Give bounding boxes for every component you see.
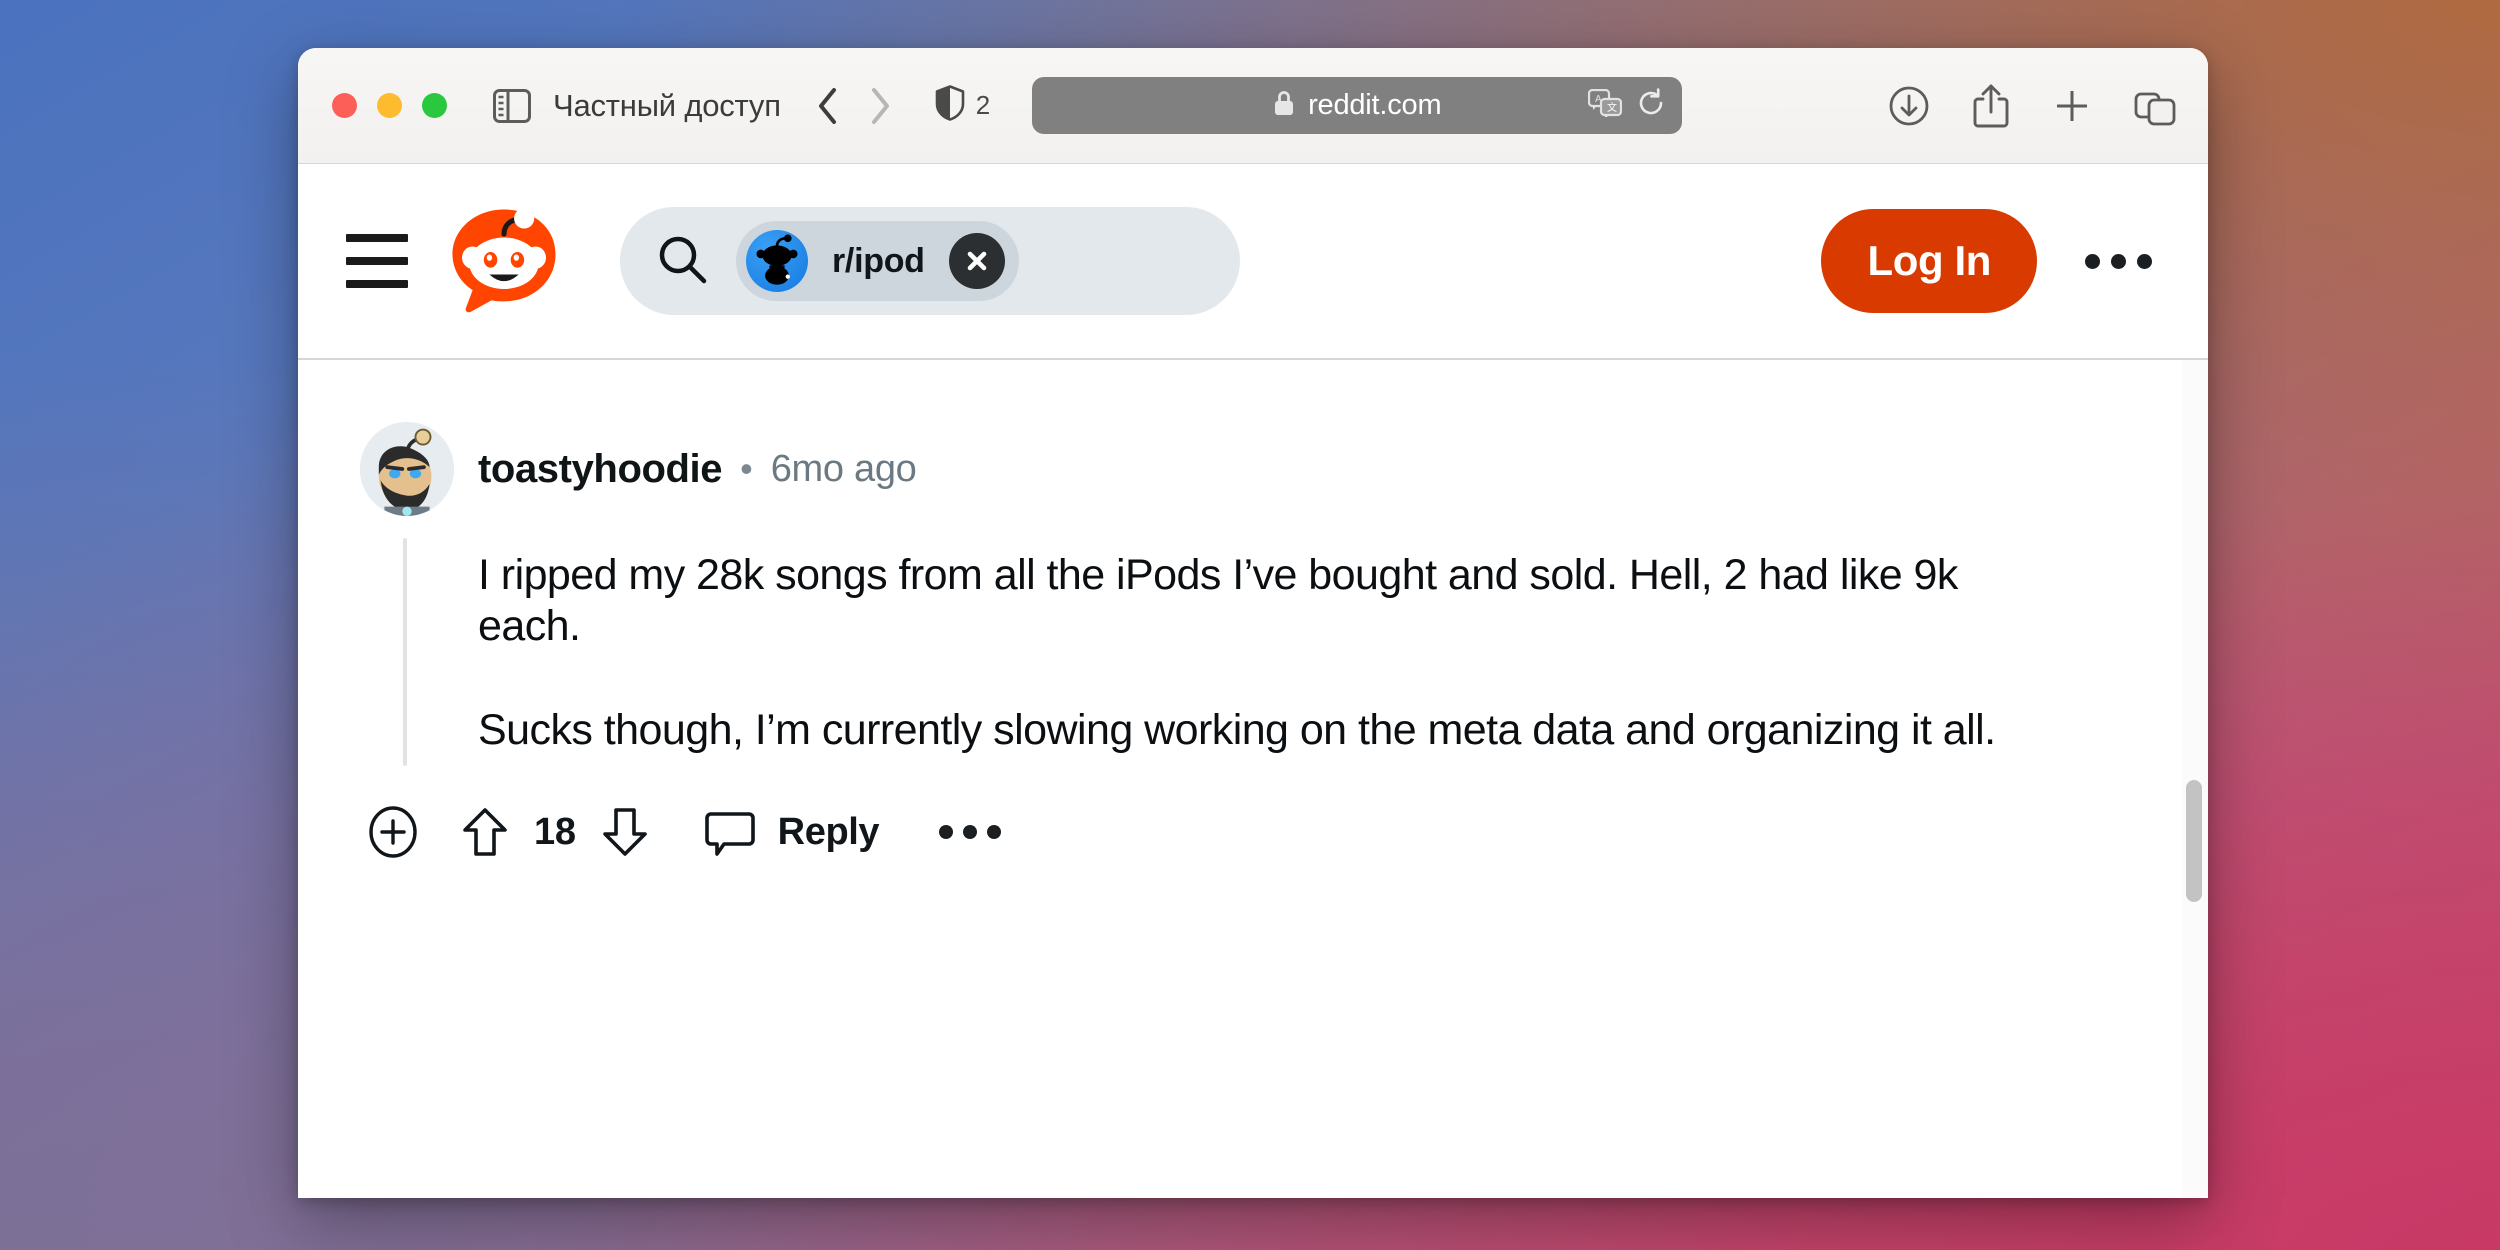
comment-paragraph: Sucks though, I’m currently slowing work…	[478, 706, 1996, 755]
chevron-right-icon[interactable]	[869, 86, 891, 126]
user-avatar[interactable]	[360, 422, 454, 516]
more-options-icon[interactable]	[939, 825, 1002, 840]
comment-actions: 18 Reply	[368, 806, 2208, 858]
browser-window: Частный доступ 2 reddit.com A 文 r/ipod L…	[298, 48, 2208, 1198]
reply-button[interactable]: Reply	[704, 806, 880, 858]
upvote-arrow-icon[interactable]	[462, 806, 508, 858]
chevron-left-icon[interactable]	[817, 86, 839, 126]
scrollbar-thumb[interactable]	[2186, 780, 2202, 902]
comment-paragraph: I ripped my 28k songs from all the iPods…	[478, 551, 1958, 650]
close-x-icon[interactable]	[948, 233, 1005, 289]
lock-icon	[1273, 89, 1295, 122]
zoom-window-button[interactable]	[422, 93, 447, 118]
search-input[interactable]: r/ipod	[620, 207, 1240, 315]
subreddit-avatar	[746, 230, 808, 292]
comment-bubble-icon	[704, 806, 756, 858]
search-filter-label: r/ipod	[832, 241, 925, 280]
hamburger-menu-icon[interactable]	[346, 234, 408, 288]
expand-plus-icon[interactable]	[368, 806, 418, 858]
downloads-icon[interactable]	[1888, 85, 1930, 127]
sidebar-icon[interactable]	[493, 88, 531, 123]
address-bar-url: reddit.com	[1308, 89, 1442, 121]
window-controls	[332, 93, 447, 118]
svg-text:文: 文	[1607, 101, 1617, 114]
new-tab-icon[interactable]	[2052, 86, 2092, 126]
comment-author[interactable]: toastyhoodie	[478, 447, 723, 492]
tracker-count: 2	[975, 90, 991, 120]
reddit-header: r/ipod Log In	[298, 164, 2208, 360]
privacy-shield-icon	[935, 85, 965, 126]
comment: toastyhoodie • 6mo ago I ripped my 28k s…	[298, 360, 2208, 858]
thread-collapse-line[interactable]	[403, 538, 407, 767]
comment-body: I ripped my 28k songs from all the iPods…	[478, 516, 2208, 756]
more-options-icon[interactable]	[2085, 253, 2152, 269]
vote-count: 18	[534, 810, 576, 853]
tab-overview-icon[interactable]	[2134, 85, 2176, 127]
browser-toolbar: Частный доступ 2 reddit.com A 文	[298, 48, 2208, 164]
private-browsing-label: Частный доступ	[553, 87, 781, 123]
reload-icon[interactable]	[1636, 88, 1666, 123]
search-filter-chip[interactable]: r/ipod	[736, 221, 1019, 301]
reddit-snoo-logo[interactable]	[448, 205, 560, 317]
address-bar[interactable]: reddit.com A 文	[1032, 77, 1683, 134]
log-in-button[interactable]: Log In	[1821, 209, 2037, 313]
minimize-window-button[interactable]	[377, 93, 402, 118]
navigation-buttons	[817, 86, 891, 126]
search-icon	[654, 231, 710, 292]
share-icon[interactable]	[1972, 83, 2010, 129]
translate-icon[interactable]: A 文	[1588, 88, 1623, 122]
comment-header: toastyhoodie • 6mo ago	[360, 422, 2208, 516]
toolbar-actions	[1848, 83, 2176, 129]
downvote-arrow-icon[interactable]	[602, 806, 648, 858]
vote-controls: 18	[462, 806, 648, 858]
comment-separator: •	[740, 448, 753, 489]
close-window-button[interactable]	[332, 93, 357, 118]
privacy-report-button[interactable]: 2	[935, 85, 990, 126]
reply-label: Reply	[777, 810, 880, 853]
reddit-page: r/ipod Log In toastyhoodie • 6mo ago I r…	[298, 164, 2208, 1198]
comment-timestamp: 6mo ago	[770, 447, 917, 490]
scrollbar-track[interactable]	[2182, 360, 2208, 1198]
